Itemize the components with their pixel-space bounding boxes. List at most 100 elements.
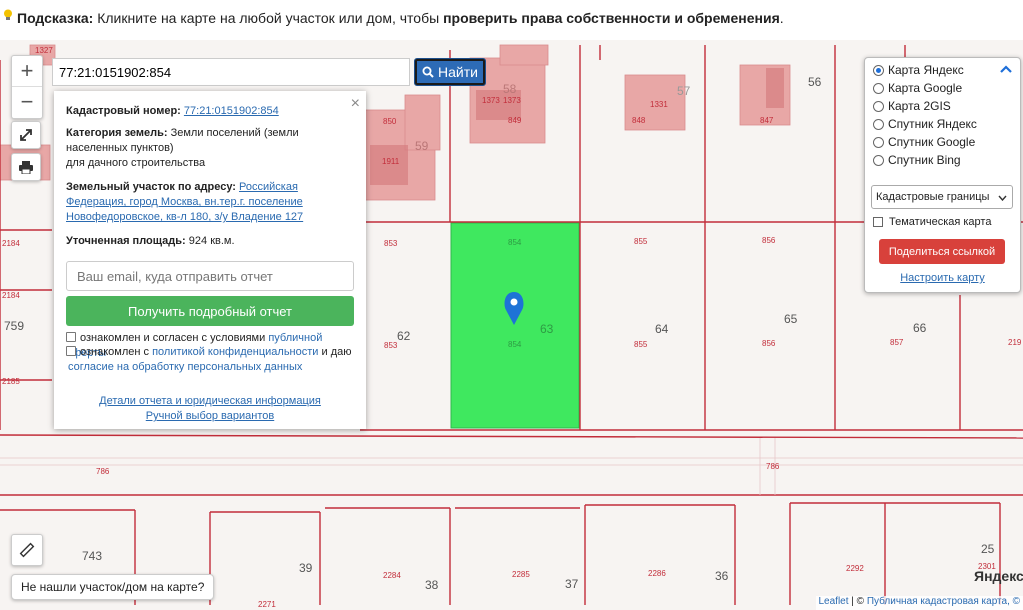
layer-option-2gis-map[interactable]: Карта 2GIS [873, 98, 951, 114]
agree-privacy-text: ознакомлен с [80, 346, 150, 358]
email-field[interactable] [66, 261, 354, 291]
parcel-number: 853 [384, 341, 398, 350]
parcel-number: 1373 [482, 96, 500, 105]
block-number: 65 [784, 312, 798, 326]
manual-row: Ручной выбор вариантов [54, 409, 366, 424]
print-button[interactable] [11, 153, 41, 181]
selected-parcel[interactable] [450, 222, 580, 429]
layer-option-label: Спутник Яндекс [888, 117, 977, 131]
privacy-checkbox[interactable] [66, 346, 76, 356]
address-link[interactable]: Новофедоровское, кв-л 180, з/у Владение … [66, 211, 303, 223]
offer-checkbox[interactable] [66, 332, 76, 342]
zoom-in-button[interactable]: + [12, 56, 42, 86]
block-number: 743 [82, 549, 102, 563]
radio-button[interactable] [873, 100, 884, 112]
address-link[interactable]: Федерация, город Москва, вн.тер.г. посел… [66, 196, 303, 208]
hint-text: Подсказка: Кликните на карте на любой уч… [17, 10, 784, 26]
printer-icon [19, 160, 33, 174]
manual-selection-link[interactable]: Ручной выбор вариантов [146, 410, 274, 422]
thematic-checkbox[interactable] [873, 217, 883, 227]
share-link-button[interactable]: Поделиться ссылкой [879, 239, 1005, 264]
consent-link[interactable]: согласие на обработку персональных данны… [68, 361, 302, 373]
radio-button[interactable] [873, 136, 884, 148]
block-number: 39 [299, 561, 313, 575]
get-report-button[interactable]: Получить подробный отчет [66, 296, 354, 326]
area-label: Уточненная площадь: [66, 235, 186, 247]
parcel-number: 857 [890, 338, 904, 347]
block-number: 759 [4, 319, 24, 333]
radio-button[interactable] [873, 64, 884, 76]
land-category-value: населенных пунктов) [66, 142, 174, 154]
layer-option-bing-satellite[interactable]: Спутник Bing [873, 152, 961, 168]
radio-button[interactable] [873, 154, 884, 166]
layer-option-google-map[interactable]: Карта Google [873, 80, 962, 96]
parcel-number: 855 [634, 340, 648, 349]
chevron-up-icon[interactable] [1000, 65, 1012, 73]
hint-body: Кликните на карте на любой участок или д… [97, 10, 440, 26]
not-found-button[interactable]: Не нашли участок/дом на карте? [11, 574, 215, 600]
privacy-policy-link[interactable]: политикой конфиденциальности [152, 346, 318, 358]
zoom-out-button[interactable]: − [12, 86, 42, 117]
parcel-number: 854 [508, 238, 522, 247]
measure-button[interactable] [11, 534, 43, 566]
block-number: 25 [981, 542, 995, 556]
parcel-number: 1331 [650, 100, 668, 109]
agree-offer-text: ознакомлен и согласен с условиями [80, 332, 266, 344]
details-row: Детали отчета и юридическая информация [54, 394, 366, 409]
land-category-value: для дачного строительства [66, 157, 206, 169]
block-number: 36 [715, 569, 729, 583]
map-attribution: Leaflet | © Публичная кадастровая карта,… [815, 596, 1023, 610]
leaflet-link[interactable]: Leaflet [819, 596, 849, 607]
parcel-number: 1911 [382, 157, 400, 166]
parcel-border [0, 434, 1023, 439]
cadastral-search-input[interactable] [52, 58, 410, 86]
parcel-number: 2271 [258, 600, 276, 609]
fullscreen-icon [20, 129, 32, 141]
layers-panel: Карта Яндекс Карта Google Карта 2GIS Спу… [864, 57, 1021, 293]
building [499, 44, 549, 66]
address-link[interactable]: Российская [239, 181, 298, 193]
cadastral-number-row: Кадастровый номер: 77:21:0151902:854 [66, 104, 356, 119]
block-number: 56 [808, 75, 822, 89]
thematic-map-toggle[interactable]: Тематическая карта [873, 214, 991, 230]
report-details-link[interactable]: Детали отчета и юридическая информация [99, 395, 321, 407]
hint-end: . [779, 10, 784, 26]
layer-option-label: Карта Яндекс [888, 63, 964, 77]
block-number: 59 [415, 139, 429, 153]
layer-option-google-satellite[interactable]: Спутник Google [873, 134, 975, 150]
parcel-number: 856 [762, 339, 776, 348]
address-label: Земельный участок по адресу: [66, 181, 236, 193]
cadastral-number-label: Кадастровый номер: [66, 105, 181, 117]
block-number: 66 [913, 321, 927, 335]
hint-bar: Подсказка: Кликните на карте на любой уч… [0, 0, 1023, 40]
hint-label: Подсказка: [17, 10, 94, 26]
parcel-number: 2185 [2, 377, 20, 386]
fullscreen-button[interactable] [11, 121, 41, 149]
overlay-select[interactable]: Кадастровые границы [871, 185, 1013, 209]
configure-map-link[interactable]: Настроить карту [865, 272, 1020, 284]
parcel-number: 2184 [2, 239, 20, 248]
cadastral-number-link[interactable]: 77:21:0151902:854 [184, 105, 279, 117]
layer-option-yandex-map[interactable]: Карта Яндекс [873, 62, 964, 78]
radio-button[interactable] [873, 82, 884, 94]
area-row: Уточненная площадь: 924 кв.м. [66, 234, 356, 249]
layer-option-yandex-satellite[interactable]: Спутник Яндекс [873, 116, 977, 132]
layer-option-label: Спутник Bing [888, 153, 961, 167]
zoom-control: + − [11, 55, 43, 119]
address-row: Земельный участок по адресу: Российская … [66, 180, 356, 225]
agree-privacy-row: ознакомлен с политикой конфиденциальност… [66, 345, 356, 375]
search-icon [422, 66, 434, 78]
yandex-logo: Яндекс [974, 568, 1023, 584]
attribution-separator: | © [848, 596, 867, 607]
agree-privacy-mid: и даю [321, 346, 352, 358]
radio-button[interactable] [873, 118, 884, 130]
parcel-number: 786 [766, 462, 780, 471]
search-button-label: Найти [438, 64, 478, 80]
parcel-info-popup: × Кадастровый номер: 77:21:0151902:854 К… [54, 91, 366, 429]
land-category-row: Категория земель: Земли поселений (земли… [66, 126, 356, 171]
land-category-value: Земли поселений (земли [170, 127, 299, 139]
layer-option-label: Карта Google [888, 81, 963, 95]
block-number: 37 [565, 577, 579, 591]
pkk-link[interactable]: Публичная кадастровая карта, © [867, 596, 1020, 607]
search-button[interactable]: Найти [414, 58, 486, 86]
